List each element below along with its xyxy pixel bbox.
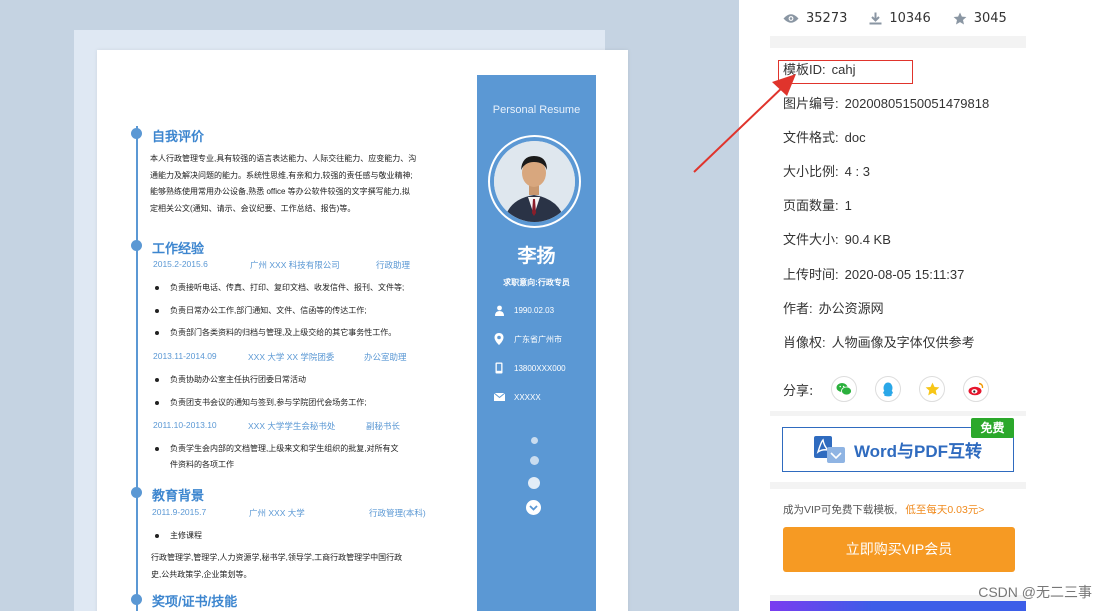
resume-side-column: Personal Resume 李扬 求职意向:行政专员 1990.02.03 …	[477, 75, 596, 611]
section-marker	[131, 240, 142, 251]
eye-icon	[783, 13, 799, 23]
mail-icon	[493, 391, 505, 403]
resume-intent: 求职意向:行政专员	[503, 278, 570, 287]
free-badge: 免费	[971, 418, 1014, 438]
job-period: 2015.2-2015.6	[153, 259, 208, 269]
person-portrait-icon	[494, 141, 575, 222]
section-marker	[131, 487, 142, 498]
avatar	[488, 135, 581, 228]
convert-label: Word与PDF互转	[853, 442, 983, 461]
list-item: 负责部门各类资料的归档与管理,及上级交给的其它事务性工作。	[155, 325, 456, 341]
birth-date: 1990.02.03	[514, 305, 555, 315]
vip-card: 成为VIP可免费下载模板, 低至每天0.03元> 立即购买VIP会员	[770, 489, 1026, 595]
panel-gap	[770, 411, 1026, 416]
views-count: 35273	[806, 10, 848, 26]
list-item: 负责协助办公室主任执行团委日常活动	[155, 372, 456, 388]
section-marker	[131, 128, 142, 139]
list-item: 主修课程	[155, 528, 456, 544]
avatar-photo	[494, 141, 575, 222]
highlight-box	[778, 60, 913, 84]
detail-size: 文件大小: 90.4 KB	[783, 232, 891, 247]
detail-ratio: 大小比例: 4 : 3	[783, 164, 870, 179]
location-text: 广东省广州市	[514, 334, 562, 344]
edu-major: 行政管理(本科)	[369, 508, 426, 518]
job-role: 行政助理	[376, 260, 411, 270]
job-org: 广州 XXX 科技有限公司	[250, 260, 340, 270]
resume-timeline	[136, 126, 138, 611]
phone-text: 13800XXX000	[514, 363, 566, 373]
resume-side-title: Personal Resume	[492, 104, 581, 116]
location-pin-icon	[493, 333, 505, 345]
views-stat: 35273	[783, 11, 847, 26]
self-eval-text: 本人行政管理专业,具有较强的语言表达能力、人际交往能力、应变能力、沟 通能力及解…	[150, 154, 417, 213]
favorites-stat: 3045	[953, 11, 1007, 26]
phone-icon	[493, 362, 505, 374]
courses-text: 行政管理学,管理学,人力资源学,秘书学,领导学,工商行政管理学中国行政 史,公共…	[151, 553, 403, 579]
favorites-count: 3045	[973, 10, 1007, 26]
list-item: 负责学生会内部的文档管理,上级来文和学生组织的批复,对所有文 件资料的各项工作	[155, 441, 456, 473]
detail-pages: 页面数量: 1	[783, 198, 852, 213]
share-label: 分享:	[783, 383, 814, 399]
list-item: 负责团支书会议的通知与签到,参与学院团代会场务工作;	[155, 395, 456, 411]
qq-icon[interactable]	[875, 376, 902, 402]
vip-note: 成为VIP可免费下载模板, 低至每天0.03元>	[783, 504, 985, 516]
location-row: 广东省广州市	[493, 333, 562, 345]
list-item: 负责日常办公工作,部门通知、文件、信函等的传达工作;	[155, 303, 456, 319]
panel-gap	[770, 36, 1026, 48]
download-icon	[869, 12, 882, 24]
watermark: CSDN @无二三事	[978, 584, 1092, 600]
downloads-count: 10346	[889, 10, 931, 26]
job-role: 副秘书长	[366, 421, 401, 431]
template-details: 模板ID: cahj 图片编号: 20200805150051479818 文件格式…	[770, 48, 1026, 411]
vip-price-link[interactable]: 低至每天0.03元>	[905, 504, 984, 516]
buy-vip-button[interactable]: 立即购买VIP会员	[783, 527, 1015, 572]
qzone-icon[interactable]	[919, 376, 946, 402]
page-indicator-dot[interactable]	[528, 477, 540, 489]
wechat-icon[interactable]	[831, 376, 858, 402]
email-text: XXXXX	[514, 392, 541, 402]
section-title-awards: 奖项/证书/技能	[152, 594, 238, 609]
phone-row: 13800XXX000	[493, 362, 566, 374]
detail-format: 文件格式: doc	[783, 130, 866, 145]
edu-school: 广州 XXX 大学	[249, 508, 305, 518]
person-icon	[493, 304, 505, 316]
promo-banner[interactable]	[770, 601, 1026, 611]
section-marker	[131, 594, 142, 605]
star-icon	[953, 12, 967, 24]
weibo-icon[interactable]	[963, 376, 990, 402]
job-org: XXX 大学学生会秘书处	[248, 421, 336, 431]
detail-author: 作者: 办公资源网	[783, 301, 884, 316]
email-row: XXXXX	[493, 391, 541, 403]
section-title-self-eval: 自我评价	[152, 129, 205, 144]
page-indicator-dot[interactable]	[531, 437, 538, 444]
resume-name: 李扬	[517, 246, 556, 267]
job-role: 办公室助理	[364, 352, 407, 362]
section-title-edu: 教育背景	[152, 488, 205, 503]
detail-image-no: 图片编号: 20200805150051479818	[783, 96, 990, 111]
job-org: XXX 大学 XX 学院团委	[248, 352, 335, 362]
downloads-stat: 10346	[869, 10, 931, 26]
pdf-convert-icon	[813, 435, 845, 463]
panel-gap	[770, 482, 1026, 489]
detail-upload-time: 上传时间: 2020-08-05 15:11:37	[783, 267, 965, 282]
job-period: 2013.11-2014.09	[153, 351, 217, 361]
job-period: 2011.10-2013.10	[153, 420, 217, 430]
stats-bar: 35273 10346 3045	[770, 0, 1026, 36]
page-indicator-dot[interactable]	[530, 456, 539, 465]
list-item: 负责接听电话、传真、打印、复印文档、收发信件、报刊、文件等;	[155, 280, 456, 296]
birth-row: 1990.02.03	[493, 304, 554, 316]
scroll-down-icon[interactable]	[526, 500, 541, 515]
edu-period: 2011.9-2015.7	[152, 507, 207, 517]
detail-portrait-rights: 肖像权: 人物画像及字体仅供参考	[783, 335, 975, 350]
section-title-work: 工作经验	[152, 241, 205, 256]
share-row: 分享:	[783, 376, 990, 402]
